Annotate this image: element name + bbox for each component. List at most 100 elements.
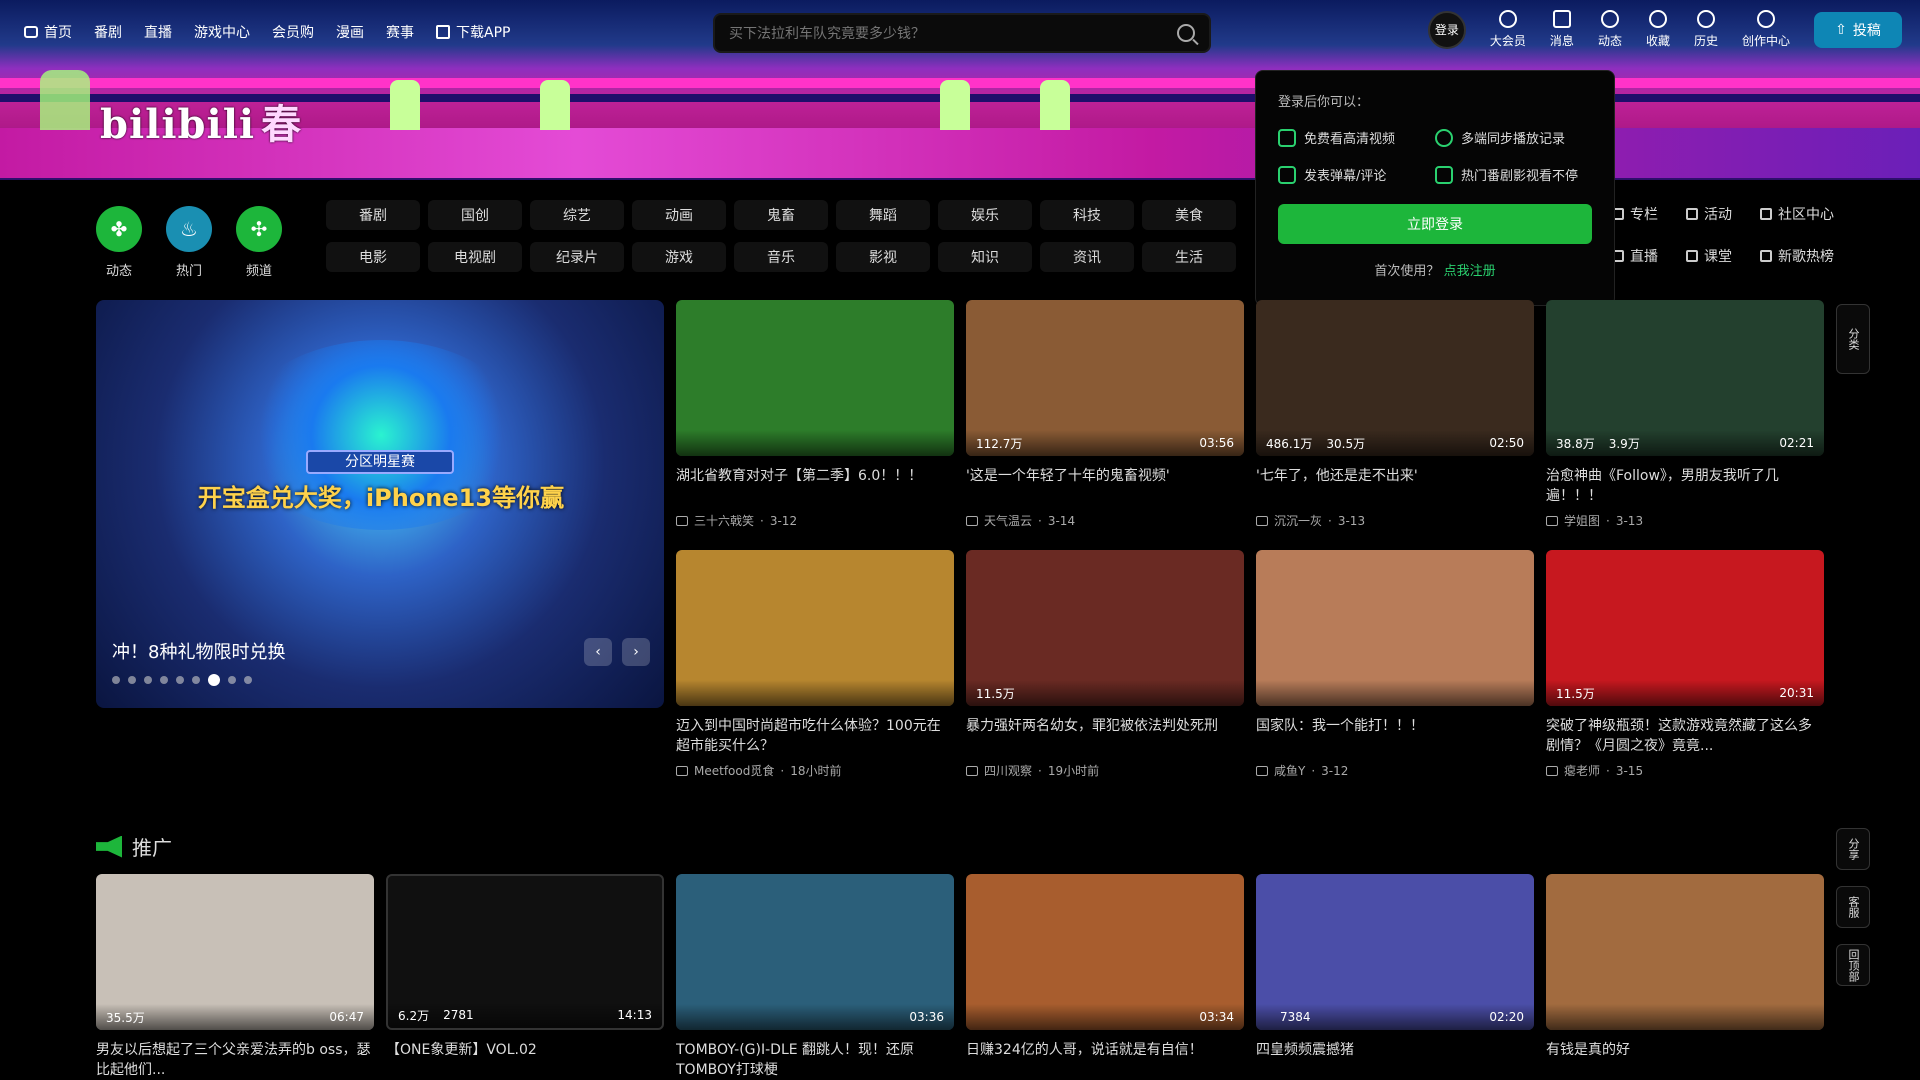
bilibili-logo[interactable]: bilibili 春: [100, 92, 302, 150]
video-title[interactable]: 四皇频频震撼猪: [1256, 1040, 1534, 1076]
search-icon[interactable]: [1177, 24, 1195, 42]
category-item[interactable]: 科技: [1040, 200, 1134, 230]
channel-hot[interactable]: ♨ 热门: [166, 206, 212, 279]
back-to-top-button[interactable]: 回顶部: [1836, 944, 1870, 986]
category-item[interactable]: 动画: [632, 200, 726, 230]
link-class[interactable]: 课堂: [1686, 246, 1732, 266]
category-item[interactable]: 综艺: [530, 200, 624, 230]
category-item[interactable]: 美食: [1142, 200, 1236, 230]
category-item[interactable]: 电影: [326, 242, 420, 272]
video-thumbnail[interactable]: 486.1万 30.5万 02:50: [1256, 300, 1534, 456]
category-item[interactable]: 国创: [428, 200, 522, 230]
video-card[interactable]: 11.5万 暴力强奸两名幼女，罪犯被依法判处死刑 四川观察 · 19小时前: [966, 550, 1244, 779]
video-title[interactable]: 日赚324亿的人哥，说话就是有自信！: [966, 1040, 1244, 1076]
hero-carousel[interactable]: 分区明星赛 开宝盒兑大奖，iPhone13等你赢 冲！8种礼物限时兑换 ‹ ›: [96, 300, 664, 708]
nav-home[interactable]: 首页: [24, 22, 72, 42]
video-title[interactable]: 国家队：我一个能打！！！: [1256, 716, 1534, 756]
link-song-chart[interactable]: 新歌热榜: [1760, 246, 1834, 266]
video-thumbnail[interactable]: 03:36: [676, 874, 954, 1030]
video-thumbnail[interactable]: 38.8万 3.9万 02:21: [1546, 300, 1824, 456]
video-thumbnail[interactable]: 35.5万 06:47: [96, 874, 374, 1030]
video-card[interactable]: 有钱是真的好: [1546, 874, 1824, 1076]
category-item[interactable]: 影视: [836, 242, 930, 272]
share-button[interactable]: 分享: [1836, 828, 1870, 870]
video-card[interactable]: 35.5万 06:47 男友以后想起了三个父亲爱法弄的b oss，瑟比起他们...: [96, 874, 374, 1076]
messages-link[interactable]: 消息: [1550, 10, 1574, 49]
category-item[interactable]: 音乐: [734, 242, 828, 272]
video-author[interactable]: 天气温云 · 3-14: [966, 512, 1244, 529]
category-item[interactable]: 娱乐: [938, 200, 1032, 230]
category-item[interactable]: 知识: [938, 242, 1032, 272]
category-sidebar-toggle[interactable]: 分类: [1836, 304, 1870, 374]
link-column[interactable]: 专栏: [1612, 204, 1658, 224]
video-title[interactable]: '这是一个年轻了十年的鬼畜视频': [966, 466, 1244, 506]
channel-dynamic[interactable]: ✤ 动态: [96, 206, 142, 279]
nav-game-center[interactable]: 游戏中心: [194, 22, 250, 42]
video-thumbnail[interactable]: 112.7万 03:56: [966, 300, 1244, 456]
video-card[interactable]: 03:36 TOMBOY-(G)I-DLE 翻跳人！现！还原TOMBOY打球梗: [676, 874, 954, 1076]
popup-login-button[interactable]: 立即登录: [1278, 204, 1592, 244]
video-card[interactable]: 03:34 日赚324亿的人哥，说话就是有自信！: [966, 874, 1244, 1076]
video-author[interactable]: 咸鱼Y · 3-12: [1256, 762, 1534, 779]
video-card[interactable]: 迈入到中国时尚超市吃什么体验？100元在超市能买什么？ Meetfood觅食 · 1…: [676, 550, 954, 779]
channel-channels[interactable]: ✣ 频道: [236, 206, 282, 279]
video-title[interactable]: 湖北省教育对对子【第二季】6.0！！！: [676, 466, 954, 506]
creator-center-link[interactable]: 创作中心: [1742, 10, 1790, 49]
video-thumbnail[interactable]: [676, 300, 954, 456]
next-arrow-icon[interactable]: ›: [622, 638, 650, 666]
video-thumbnail[interactable]: 6.2万 2781 14:13: [386, 874, 664, 1030]
category-item[interactable]: 纪录片: [530, 242, 624, 272]
video-author[interactable]: 三十六戟笑 · 3-12: [676, 512, 954, 529]
link-live[interactable]: 直播: [1612, 246, 1658, 266]
carousel-dot[interactable]: [144, 676, 152, 684]
video-thumbnail[interactable]: [1546, 874, 1824, 1030]
video-author[interactable]: 沉沉一灰 · 3-13: [1256, 512, 1534, 529]
nav-esports[interactable]: 赛事: [386, 22, 414, 42]
video-title[interactable]: '七年了，他还是走不出来': [1256, 466, 1534, 506]
carousel-dot[interactable]: [160, 676, 168, 684]
video-author[interactable]: 学姐图 · 3-13: [1546, 512, 1824, 529]
nav-shop[interactable]: 会员购: [272, 22, 314, 42]
video-card[interactable]: 38.8万 3.9万 02:21 治愈神曲《Follow》，男朋友我听了几遍！！！ …: [1546, 300, 1824, 529]
carousel-dot[interactable]: [128, 676, 136, 684]
video-card[interactable]: 湖北省教育对对子【第二季】6.0！！！ 三十六戟笑 · 3-12: [676, 300, 954, 529]
video-title[interactable]: TOMBOY-(G)I-DLE 翻跳人！现！还原TOMBOY打球梗: [676, 1040, 954, 1076]
video-title[interactable]: 男友以后想起了三个父亲爱法弄的b oss，瑟比起他们...: [96, 1040, 374, 1076]
category-item[interactable]: 舞蹈: [836, 200, 930, 230]
link-activity[interactable]: 活动: [1686, 204, 1732, 224]
video-author[interactable]: 四川观察 · 19小时前: [966, 762, 1244, 779]
support-button[interactable]: 客服: [1836, 886, 1870, 928]
video-card[interactable]: 112.7万 03:56 '这是一个年轻了十年的鬼畜视频' 天气温云 · 3-14: [966, 300, 1244, 529]
category-item[interactable]: 生活: [1142, 242, 1236, 272]
video-title[interactable]: 暴力强奸两名幼女，罪犯被依法判处死刑: [966, 716, 1244, 756]
upload-button[interactable]: ⇧ 投稿: [1814, 11, 1902, 48]
history-link[interactable]: 历史: [1694, 10, 1718, 49]
login-avatar-button[interactable]: 登录: [1427, 10, 1466, 49]
video-thumbnail[interactable]: 11.5万: [966, 550, 1244, 706]
search-input[interactable]: [729, 25, 1177, 41]
register-link[interactable]: 点我注册: [1444, 264, 1496, 279]
category-item[interactable]: 番剧: [326, 200, 420, 230]
category-item[interactable]: 游戏: [632, 242, 726, 272]
video-thumbnail[interactable]: 11.5万 20:31: [1546, 550, 1824, 706]
vip-link[interactable]: 大会员: [1490, 10, 1526, 49]
carousel-dot[interactable]: [176, 676, 184, 684]
nav-manga[interactable]: 漫画: [336, 22, 364, 42]
video-title[interactable]: 治愈神曲《Follow》，男朋友我听了几遍！！！: [1546, 466, 1824, 506]
video-thumbnail[interactable]: [676, 550, 954, 706]
carousel-dot-active[interactable]: [208, 674, 220, 686]
carousel-dot[interactable]: [192, 676, 200, 684]
video-author[interactable]: 瘪老师 · 3-15: [1546, 762, 1824, 779]
link-community[interactable]: 社区中心: [1760, 204, 1834, 224]
video-card[interactable]: 7384 02:20 四皇频频震撼猪: [1256, 874, 1534, 1076]
video-author[interactable]: Meetfood觅食 · 18小时前: [676, 762, 954, 779]
video-card[interactable]: 486.1万 30.5万 02:50 '七年了，他还是走不出来' 沉沉一灰 · 3-13: [1256, 300, 1534, 529]
dynamics-link[interactable]: 动态: [1598, 10, 1622, 49]
carousel-dot[interactable]: [244, 676, 252, 684]
nav-download-app[interactable]: 下载APP: [436, 22, 510, 42]
video-title[interactable]: 突破了神级瓶颈！这款游戏竟然藏了这么多剧情？《月圆之夜》竟竟...: [1546, 716, 1824, 756]
video-title[interactable]: 迈入到中国时尚超市吃什么体验？100元在超市能买什么？: [676, 716, 954, 756]
nav-bangumi[interactable]: 番剧: [94, 22, 122, 42]
video-thumbnail[interactable]: 7384 02:20: [1256, 874, 1534, 1030]
category-item[interactable]: 电视剧: [428, 242, 522, 272]
